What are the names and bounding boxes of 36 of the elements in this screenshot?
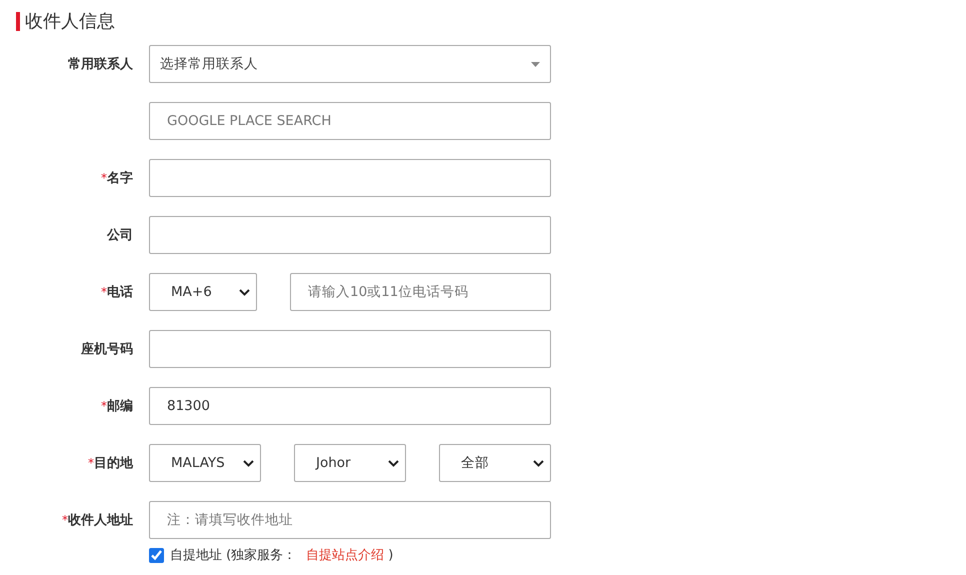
input-field[interactable]: GOOGLE PLACE SEARCH (149, 102, 551, 140)
required-asterisk: * (101, 285, 107, 299)
pickup-checkbox[interactable] (149, 548, 164, 562)
section-title: 收件人信息 (25, 10, 115, 33)
required-asterisk: * (101, 171, 107, 185)
title-accent-bar (16, 12, 20, 30)
required-asterisk: * (101, 399, 107, 413)
contact-dropdown[interactable]: 选择常用联系人 (149, 45, 551, 83)
field-label: 邮编 (107, 398, 133, 415)
select-field[interactable]: MA+6 (149, 273, 257, 311)
required-asterisk: * (88, 456, 94, 470)
input-field[interactable]: 请输入10或11位电话号码 (290, 273, 551, 311)
input-field[interactable]: 81300 (149, 387, 551, 425)
field-label: 常用联系人 (68, 56, 133, 73)
field-label: 名字 (107, 170, 133, 187)
select-field[interactable]: MALAYS (149, 444, 261, 482)
field-label: 收件人地址 (68, 512, 133, 529)
field-label: 公司 (107, 227, 133, 244)
input-field[interactable] (149, 159, 551, 197)
field-label: 目的地 (94, 455, 133, 472)
chevron-down-icon (239, 288, 250, 296)
select-field[interactable]: Johor (294, 444, 406, 482)
input-field[interactable] (149, 330, 551, 368)
pickup-label: 自提地址 (独家服务： (170, 547, 296, 564)
input-field[interactable] (149, 216, 551, 254)
input-field[interactable]: 注：请填写收件地址 (149, 501, 551, 539)
chevron-down-icon (243, 460, 254, 466)
pickup-stations-link[interactable]: 自提站点介绍 (306, 546, 384, 564)
select-field[interactable]: 全部 (439, 444, 551, 482)
field-label: 电话 (107, 284, 133, 301)
chevron-down-icon (533, 460, 544, 466)
dropdown-arrow-icon (531, 62, 540, 66)
field-label: 座机号码 (81, 340, 133, 358)
closing-paren: ) (388, 548, 394, 562)
required-asterisk: * (62, 513, 68, 527)
chevron-down-icon (388, 460, 399, 466)
